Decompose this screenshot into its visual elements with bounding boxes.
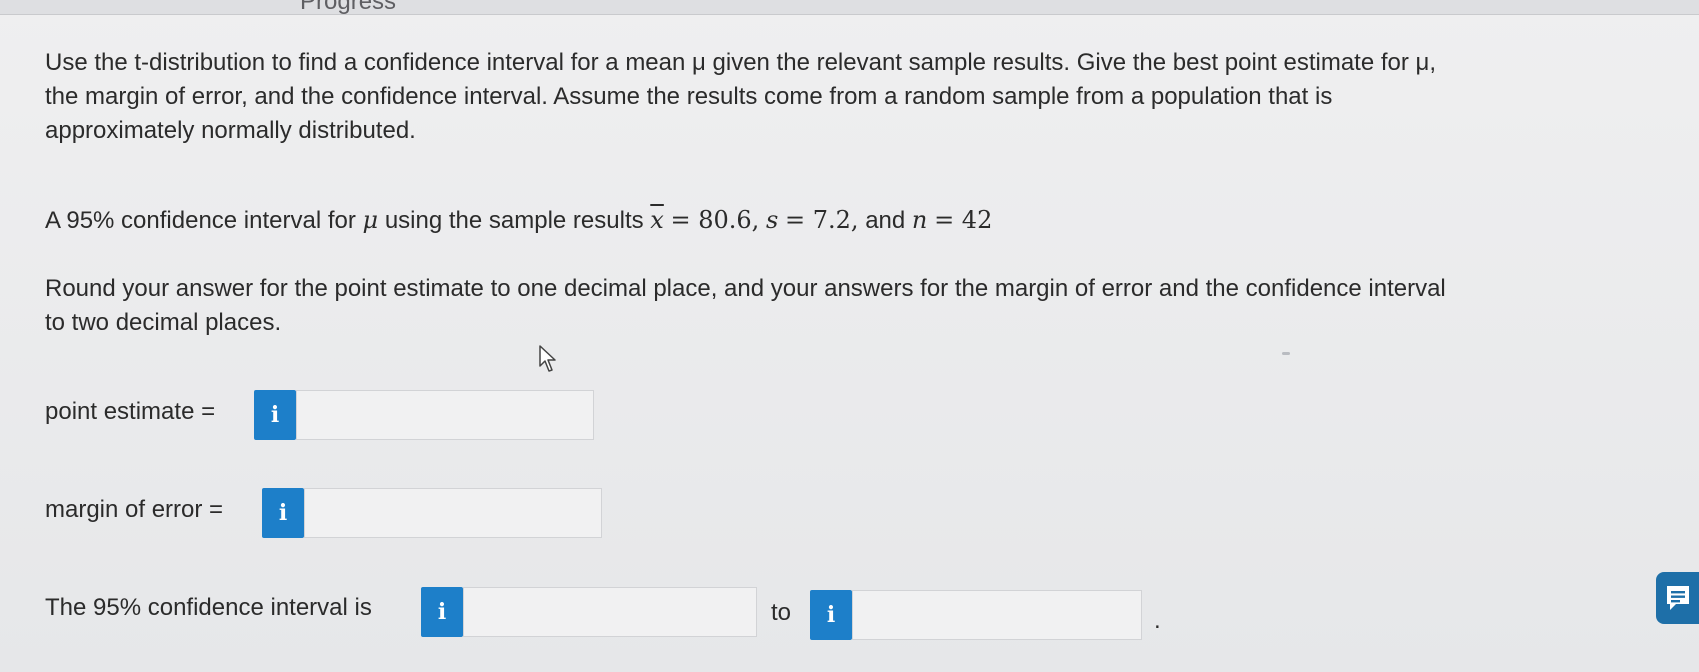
ci-lower-input[interactable] <box>463 587 757 637</box>
given-and: and <box>865 207 906 234</box>
given-s: s <box>765 206 779 234</box>
rounding-line-1: Round your answer for the point estimate… <box>45 275 1446 302</box>
info-icon[interactable]: i <box>254 390 296 440</box>
problem-intro-line-1: Use the t-distribution to find a confide… <box>45 49 1437 76</box>
given-mid: using the sample results <box>384 207 644 234</box>
given-xbar-value: = 80.6, <box>670 206 760 234</box>
given-s-value: = 7.2, <box>784 206 859 234</box>
confidence-interval-label: The 95% confidence interval is <box>45 594 372 621</box>
problem-given: A 95% confidence interval for μ using th… <box>45 203 992 238</box>
speck <box>1282 352 1290 355</box>
margin-of-error-label: margin of error = <box>45 496 224 523</box>
point-estimate-input[interactable] <box>296 390 594 440</box>
ci-to-label: to <box>771 599 792 626</box>
point-estimate-label: point estimate = <box>45 398 216 425</box>
problem-intro-line-3: approximately normally distributed. <box>45 117 416 144</box>
info-icon[interactable]: i <box>421 587 463 637</box>
rounding-line-2: to two decimal places. <box>45 309 282 336</box>
top-bar: Progress <box>0 0 1699 15</box>
given-xbar: x <box>650 206 664 234</box>
margin-of-error-input[interactable] <box>304 488 602 538</box>
given-n: n <box>911 206 928 234</box>
page-title-fragment: Progress <box>300 0 397 15</box>
rounding-instructions: Round your answer for the point estimate… <box>45 272 1446 340</box>
ci-period: . <box>1154 607 1161 634</box>
ci-upper-input[interactable] <box>852 590 1142 640</box>
info-icon[interactable]: i <box>262 488 304 538</box>
mouse-pointer-icon <box>538 344 562 374</box>
problem-intro: Use the t-distribution to find a confide… <box>45 46 1436 148</box>
given-mu: μ <box>362 206 379 234</box>
chat-icon[interactable] <box>1656 572 1699 624</box>
given-n-value: = 42 <box>934 206 993 234</box>
info-icon[interactable]: i <box>810 590 852 640</box>
problem-intro-line-2: the margin of error, and the confidence … <box>45 83 1333 110</box>
given-prefix: A 95% confidence interval for <box>45 207 356 234</box>
